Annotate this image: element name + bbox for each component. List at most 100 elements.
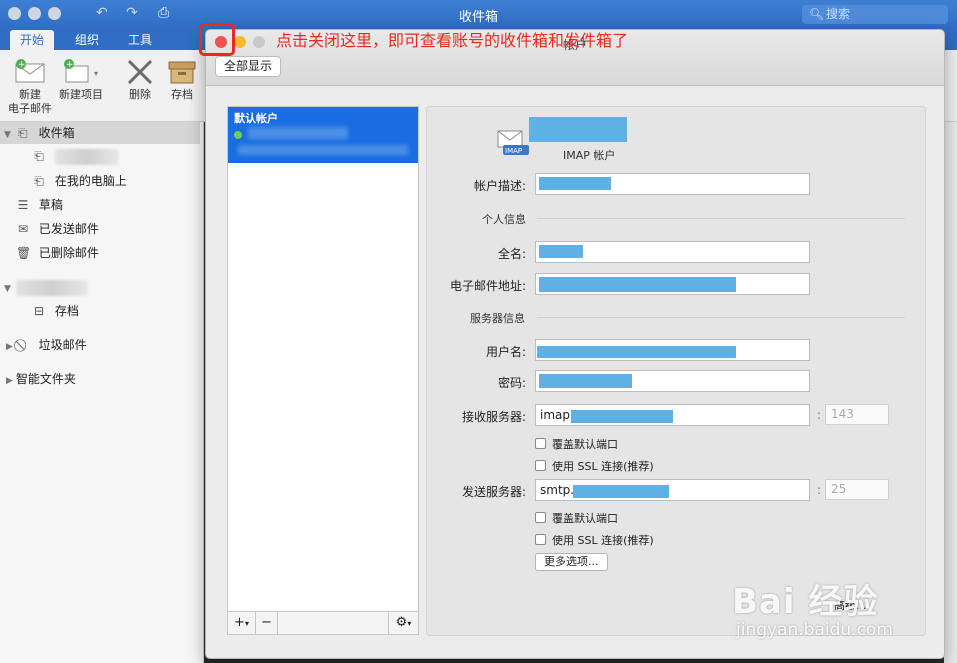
account-list-item[interactable]: 默认帐户 [228, 107, 418, 163]
account-list-toolbar: +▾ − ⚙▾ [227, 612, 419, 635]
username-field[interactable] [535, 339, 810, 361]
outgoing-port-field[interactable]: 25 [825, 479, 889, 500]
gear-menu-button[interactable]: ⚙▾ [388, 612, 418, 634]
sidebar-item-deleted[interactable]: 🗑︎ 已删除邮件 [0, 242, 200, 264]
default-account-label: 默认帐户 [234, 112, 278, 125]
sent-icon: ✉ [17, 222, 29, 236]
sidebar-item-drafts[interactable]: ☰ 草稿 [0, 194, 200, 216]
add-account-button[interactable]: +▾ [228, 612, 256, 634]
watermark-url: jingyan.baidu.com [736, 620, 893, 640]
sidebar-item-label: 收件箱 [38, 126, 75, 140]
new-item-icon: + ▾ [64, 59, 98, 83]
tab-home[interactable]: 开始 [10, 30, 55, 50]
redacted-value [539, 277, 736, 292]
trash-icon: 🗑︎ [16, 246, 32, 260]
sidebar-item-smart-folders[interactable]: ▶ 智能文件夹 [0, 368, 200, 390]
redacted-account-name [15, 279, 88, 296]
sidebar-item-junk[interactable]: ▶ ⃠ 垃圾邮件 [0, 334, 200, 356]
sidebar-item-label: 草稿 [38, 198, 63, 212]
chevron-down-icon: ▾ [407, 619, 412, 628]
tab-organize[interactable]: 组织 [65, 30, 109, 50]
archive-icon [168, 61, 196, 84]
checkbox-icon[interactable] [535, 460, 546, 471]
sidebar-item-label: 智能文件夹 [15, 372, 76, 386]
override-port-checkbox-incoming[interactable]: 覆盖默认端口 [535, 436, 618, 452]
incoming-prefix: imap. [540, 408, 574, 422]
redacted-value [537, 346, 736, 358]
checkbox-icon[interactable] [535, 438, 546, 449]
accounts-dialog: 帐户 全部显示 默认帐户 +▾ − ⚙▾ IMAP IMAP 帐户 帐户描述: … [205, 29, 945, 659]
sidebar-item-label: 垃圾邮件 [38, 338, 87, 352]
section-divider [537, 317, 905, 318]
status-dot-icon [234, 131, 242, 139]
new-email-label-2: 电子邮件 [8, 102, 52, 115]
password-field[interactable] [535, 370, 810, 392]
sidebar-item-label: 已发送邮件 [38, 222, 99, 236]
port-separator: : [817, 408, 822, 422]
redacted-value [539, 245, 583, 258]
collapse-triangle-icon[interactable]: ▶ [0, 336, 13, 358]
server-info-heading: 服务器信息 [470, 312, 525, 325]
inbox-icon: ⎗ [34, 149, 44, 163]
sidebar-item-sent[interactable]: ✉ 已发送邮件 [0, 218, 200, 240]
archive-label: 存档 [171, 88, 193, 101]
redacted-account-name [54, 148, 119, 165]
search-placeholder: 搜索 [826, 7, 851, 21]
redacted-value [539, 374, 632, 388]
sidebar-item-label: 存档 [54, 304, 79, 318]
redacted-value [539, 177, 611, 190]
sidebar-item-archive[interactable]: ⊟ 存档 [0, 300, 200, 322]
account-type-label: IMAP 帐户 [563, 149, 616, 162]
redacted-account-email [238, 145, 408, 155]
delete-label: 删除 [129, 88, 151, 101]
collapse-triangle-icon[interactable]: ▶ [0, 370, 13, 392]
delete-button[interactable]: 删除 [122, 58, 158, 102]
section-divider [537, 218, 905, 219]
sidebar-item-on-my-computer[interactable]: ⎗ 在我的电脑上 [0, 170, 200, 192]
junk-icon: ⃠ [16, 334, 30, 356]
override-port-checkbox-outgoing[interactable]: 覆盖默认端口 [535, 510, 618, 526]
full-name-field[interactable] [535, 241, 810, 263]
email-field[interactable] [535, 273, 810, 295]
delete-icon [127, 59, 153, 84]
archive-button[interactable]: 存档 [164, 58, 200, 102]
expand-triangle-icon[interactable]: ▼ [0, 124, 12, 146]
new-email-button[interactable]: + 新建 电子邮件 [6, 58, 54, 116]
imap-mail-icon: IMAP [497, 130, 529, 155]
watermark-logo: Bai 经验 [732, 582, 879, 622]
redacted-value [571, 410, 673, 423]
show-all-button[interactable]: 全部显示 [215, 56, 282, 77]
use-ssl-label: 使用 SSL 连接(推荐) [552, 534, 654, 547]
title-bar: ↶ ↷ ⎙ 收件箱 🔍︎ 搜索 [0, 0, 957, 28]
svg-text:IMAP: IMAP [505, 147, 522, 155]
sidebar-item-label: 已删除邮件 [38, 246, 99, 260]
use-ssl-checkbox-incoming[interactable]: 使用 SSL 连接(推荐) [535, 458, 654, 474]
outgoing-server-field[interactable]: smtp. [535, 479, 810, 501]
email-label: 电子邮件地址: [449, 279, 526, 293]
tab-tools[interactable]: 工具 [118, 30, 162, 50]
search-icon: 🔍︎ [809, 7, 825, 21]
override-port-label: 覆盖默认端口 [552, 512, 618, 525]
message-list-edge [944, 122, 957, 663]
sidebar-item-inbox[interactable]: ▼ ⎗ 收件箱 [0, 122, 200, 144]
search-input[interactable]: 🔍︎ 搜索 [802, 5, 948, 24]
more-options-button[interactable]: 更多选项... [535, 553, 608, 571]
incoming-port-field[interactable]: 143 [825, 404, 889, 425]
incoming-server-field[interactable]: imap. [535, 404, 810, 426]
checkbox-icon[interactable] [535, 534, 546, 545]
svg-text:+: + [18, 60, 26, 70]
outgoing-server-label: 发送服务器: [461, 485, 526, 499]
redacted-account-name [248, 127, 348, 139]
use-ssl-checkbox-outgoing[interactable]: 使用 SSL 连接(推荐) [535, 532, 654, 548]
sidebar-item-account-inbox[interactable]: ⎗ [0, 145, 200, 167]
expand-triangle-icon[interactable]: ▼ [0, 278, 12, 300]
new-item-button[interactable]: + ▾ 新建项目 [57, 58, 105, 102]
incoming-server-label: 接收服务器: [461, 410, 526, 424]
redacted-account-title [529, 117, 627, 142]
drafts-icon: ☰ [17, 198, 29, 212]
sidebar-item-account-group[interactable]: ▼ [0, 276, 200, 298]
svg-text:+: + [66, 60, 74, 70]
remove-account-button[interactable]: − [256, 612, 278, 634]
description-field[interactable] [535, 173, 810, 195]
checkbox-icon[interactable] [535, 512, 546, 523]
